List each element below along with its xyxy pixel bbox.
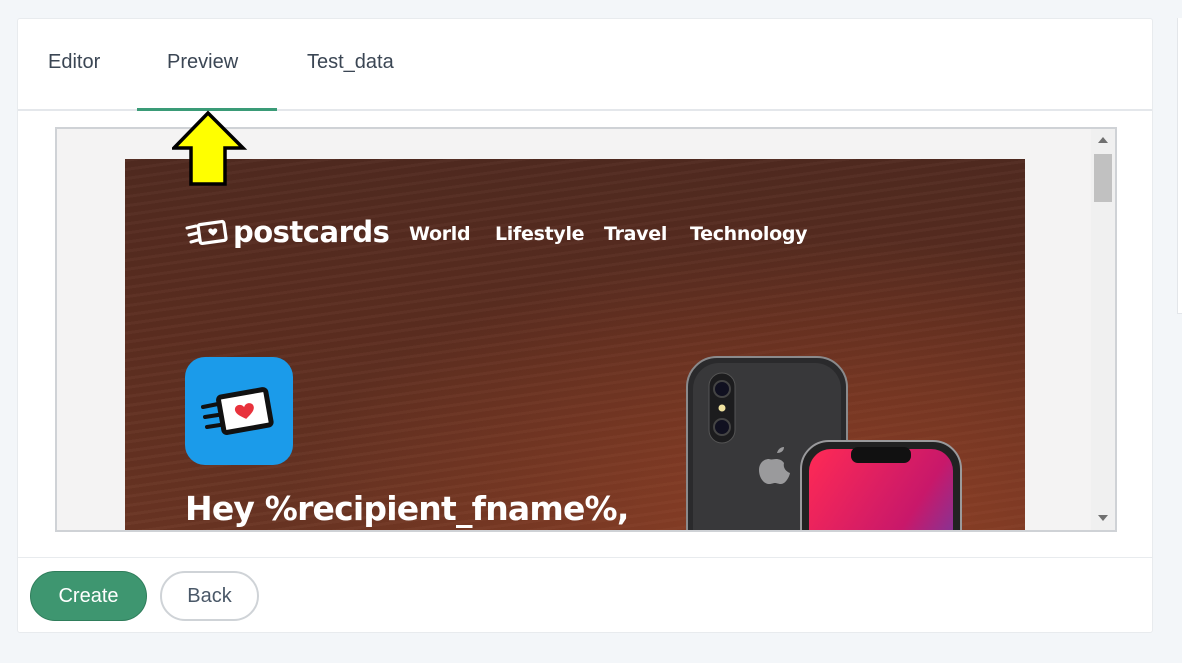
app-icon bbox=[185, 357, 293, 465]
nav-link-travel[interactable]: Travel bbox=[604, 223, 667, 245]
postcard-logo-icon bbox=[185, 219, 228, 246]
footer-divider bbox=[18, 557, 1152, 558]
scroll-thumb[interactable] bbox=[1094, 154, 1112, 202]
tab-bar: Editor Preview Test_data bbox=[18, 19, 1152, 111]
postcards-logo: postcards bbox=[185, 215, 390, 249]
tab-editor[interactable]: Editor bbox=[48, 51, 100, 74]
annotation-up-arrow-icon bbox=[172, 110, 248, 186]
postcard-heart-icon bbox=[201, 387, 274, 435]
scroll-up-arrow-icon[interactable] bbox=[1098, 137, 1108, 143]
scroll-down-arrow-icon[interactable] bbox=[1098, 515, 1108, 521]
nav-link-lifestyle[interactable]: Lifestyle bbox=[495, 223, 585, 245]
preview-scrollbar[interactable] bbox=[1091, 129, 1115, 530]
tab-preview[interactable]: Preview bbox=[167, 51, 238, 74]
nav-link-technology[interactable]: Technology bbox=[690, 223, 808, 245]
email-hero-banner: postcards World Lifestyle Travel Technol… bbox=[125, 159, 1025, 530]
nav-link-world[interactable]: World bbox=[409, 223, 471, 245]
greeting-heading: Hey %recipient_fname%, bbox=[185, 489, 629, 528]
logo-text: postcards bbox=[233, 215, 390, 249]
iphone-image bbox=[686, 356, 962, 530]
create-button[interactable]: Create bbox=[30, 571, 147, 621]
side-panel-edge bbox=[1177, 18, 1182, 314]
tab-test-data[interactable]: Test_data bbox=[307, 51, 394, 74]
back-button[interactable]: Back bbox=[160, 571, 259, 621]
